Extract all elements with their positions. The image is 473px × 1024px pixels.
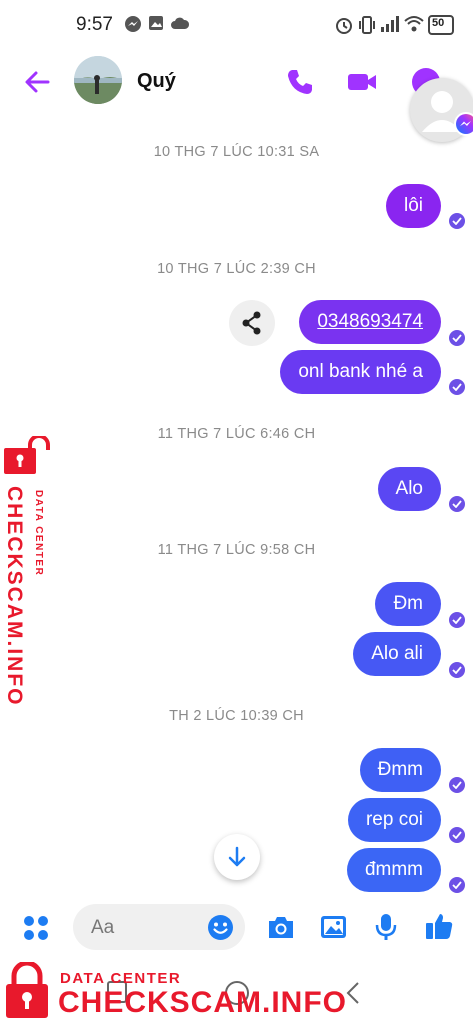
wifi-icon bbox=[404, 16, 424, 32]
vibrate-icon bbox=[359, 16, 375, 34]
seen-indicator bbox=[449, 662, 465, 678]
contact-avatar[interactable] bbox=[74, 56, 122, 104]
composer-bar bbox=[0, 894, 473, 960]
status-time: 9:57 bbox=[76, 14, 113, 35]
share-button[interactable] bbox=[229, 300, 275, 346]
cloud-notification-icon bbox=[171, 17, 190, 29]
timestamp: 11 THG 7 LÚC 6:46 CH bbox=[157, 426, 316, 442]
arrow-left-icon[interactable] bbox=[22, 67, 52, 97]
camera-icon[interactable] bbox=[266, 913, 296, 941]
messenger-notification-icon bbox=[125, 16, 141, 32]
timestamp: 10 THG 7 LÚC 10:31 SA bbox=[153, 144, 320, 160]
seen-indicator bbox=[449, 213, 465, 229]
watermark-vertical: CHECKSCAM.INFO DATA CENTER bbox=[2, 436, 52, 707]
apps-grid-icon[interactable] bbox=[22, 914, 50, 942]
message-bubble[interactable]: Đm bbox=[375, 582, 441, 626]
signal-icon bbox=[381, 16, 399, 32]
lock-logo-icon bbox=[6, 962, 48, 1018]
seen-indicator bbox=[449, 777, 465, 793]
watermark-brand: CHECKSCAM.INFO bbox=[58, 986, 347, 1019]
emoji-icon[interactable] bbox=[207, 914, 234, 941]
watermark-tagline: DATA CENTER bbox=[33, 490, 44, 577]
video-camera-icon[interactable] bbox=[346, 66, 378, 98]
battery-level: 50 bbox=[432, 17, 445, 29]
message-bubble[interactable]: đmmm bbox=[346, 848, 441, 892]
lock-logo-icon bbox=[4, 436, 50, 474]
message-input-container[interactable] bbox=[73, 904, 245, 950]
message-bubble[interactable]: rep coi bbox=[347, 798, 441, 842]
status-bar: 9:57 50 bbox=[0, 0, 473, 50]
watermark-tagline: DATA CENTER bbox=[60, 970, 182, 987]
message-bubble[interactable]: Đmm bbox=[359, 748, 441, 792]
seen-indicator bbox=[449, 827, 465, 843]
seen-indicator bbox=[449, 877, 465, 893]
contact-name[interactable]: Quý bbox=[137, 70, 176, 93]
message-input[interactable] bbox=[89, 916, 203, 940]
seen-indicator bbox=[449, 330, 465, 346]
message-bubble[interactable]: onl bank nhé a bbox=[280, 350, 441, 394]
seen-indicator bbox=[449, 379, 465, 395]
share-icon bbox=[242, 311, 261, 335]
arrow-down-icon bbox=[228, 846, 246, 867]
alarm-icon bbox=[336, 18, 352, 34]
avatar-photo bbox=[74, 56, 122, 104]
message-bubble[interactable]: Alo ali bbox=[353, 632, 441, 676]
gallery-notification-icon bbox=[149, 16, 163, 30]
message-thread[interactable]: 10 THG 7 LÚC 10:31 SA lôi 10 THG 7 LÚC 2… bbox=[0, 116, 473, 894]
image-icon[interactable] bbox=[319, 913, 348, 941]
battery-icon: 50 bbox=[428, 15, 454, 35]
message-bubble[interactable]: Alo bbox=[377, 467, 441, 511]
timestamp: 10 THG 7 LÚC 2:39 CH bbox=[157, 261, 316, 277]
phone-link-bubble[interactable]: 0348693474 bbox=[299, 300, 441, 344]
microphone-icon[interactable] bbox=[374, 912, 398, 942]
conversation-header: Quý bbox=[0, 50, 473, 116]
message-bubble[interactable]: lôi bbox=[385, 184, 441, 228]
seen-indicator bbox=[449, 496, 465, 512]
watermark-brand: CHECKSCAM.INFO bbox=[3, 486, 26, 707]
thumbs-up-icon[interactable] bbox=[424, 911, 454, 941]
phone-icon[interactable] bbox=[284, 66, 316, 98]
seen-indicator bbox=[449, 612, 465, 628]
system-nav-bar: DATA CENTER CHECKSCAM.INFO bbox=[0, 960, 473, 1024]
timestamp: TH 2 LÚC 10:39 CH bbox=[169, 708, 304, 724]
timestamp: 11 THG 7 LÚC 9:58 CH bbox=[157, 542, 316, 558]
scroll-to-bottom-button[interactable] bbox=[214, 834, 260, 880]
